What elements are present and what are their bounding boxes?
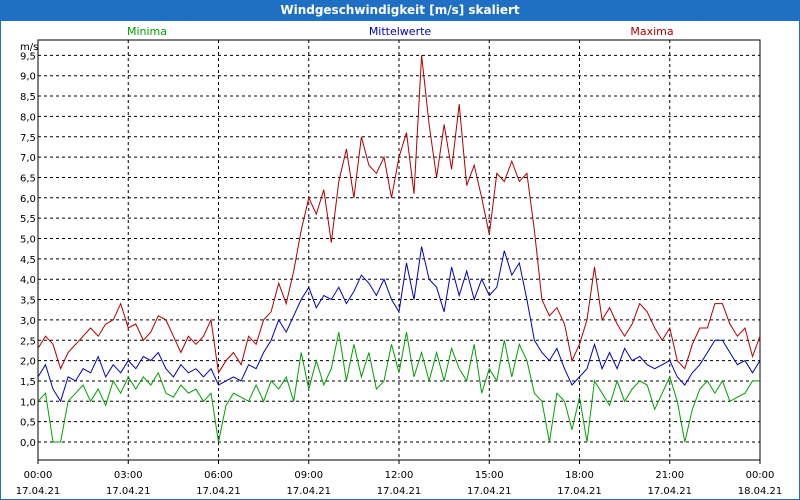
x-tick-date: 17.04.21: [557, 486, 602, 497]
y-axis: m/s0,00,51,01,52,02,53,03,54,04,55,05,56…: [20, 42, 38, 449]
x-tick-date: 17.04.21: [647, 486, 692, 497]
y-tick-label: 5,5: [20, 214, 36, 225]
x-tick-time: 06:00: [204, 470, 233, 481]
x-tick-date: 17.04.21: [196, 486, 241, 497]
y-tick-label: 5,0: [20, 235, 36, 246]
x-tick-time: 03:00: [114, 470, 143, 481]
y-tick-label: 9,0: [20, 72, 36, 83]
y-tick-label: 4,0: [20, 275, 36, 286]
legend-minima: Minima: [127, 25, 167, 38]
x-tick-time: 09:00: [294, 470, 323, 481]
x-tick-time: 00:00: [746, 470, 775, 481]
x-tick-time: 00:00: [24, 470, 53, 481]
y-tick-label: 7,5: [20, 133, 36, 144]
y-tick-label: 0,0: [20, 438, 36, 449]
grid: [38, 40, 760, 460]
y-tick-label: 9,5: [20, 51, 36, 62]
y-tick-label: 3,5: [20, 296, 36, 307]
x-tick-date: 17.04.21: [286, 486, 331, 497]
x-tick-date: 17.04.21: [377, 486, 422, 497]
legend: Minima Mittelwerte Maxima: [127, 25, 674, 38]
y-tick-label: 4,5: [20, 255, 36, 266]
y-tick-label: 7,0: [20, 153, 36, 164]
legend-maxima: Maxima: [630, 25, 673, 38]
y-tick-label: 6,5: [20, 173, 36, 184]
y-tick-label: 6,0: [20, 194, 36, 205]
x-tick-time: 21:00: [655, 470, 684, 481]
x-tick-date: 17.04.21: [467, 486, 512, 497]
y-tick-label: 3,0: [20, 316, 36, 327]
x-tick-time: 15:00: [475, 470, 504, 481]
y-tick-label: 8,5: [20, 92, 36, 103]
x-tick-date: 17.04.21: [16, 486, 61, 497]
wind-speed-chart: m/s0,00,51,01,52,02,53,03,54,04,55,05,56…: [16, 25, 783, 497]
x-axis: 00:00 17.04.21 03:00 17.04.21 06:00 17.04.21 0…: [16, 460, 783, 497]
x-tick-date: 17.04.21: [106, 486, 151, 497]
legend-mittelwerte: Mittelwerte: [369, 25, 432, 38]
y-tick-label: 1,0: [20, 397, 36, 408]
y-tick-label: 1,5: [20, 377, 36, 388]
x-tick-time: 18:00: [565, 470, 594, 481]
y-tick-label: 2,5: [20, 336, 36, 347]
y-tick-label: 8,0: [20, 112, 36, 123]
y-tick-label: 0,5: [20, 418, 36, 429]
x-tick-date: 18.04.21: [738, 486, 783, 497]
y-tick-label: 2,0: [20, 357, 36, 368]
x-tick-time: 12:00: [385, 470, 414, 481]
